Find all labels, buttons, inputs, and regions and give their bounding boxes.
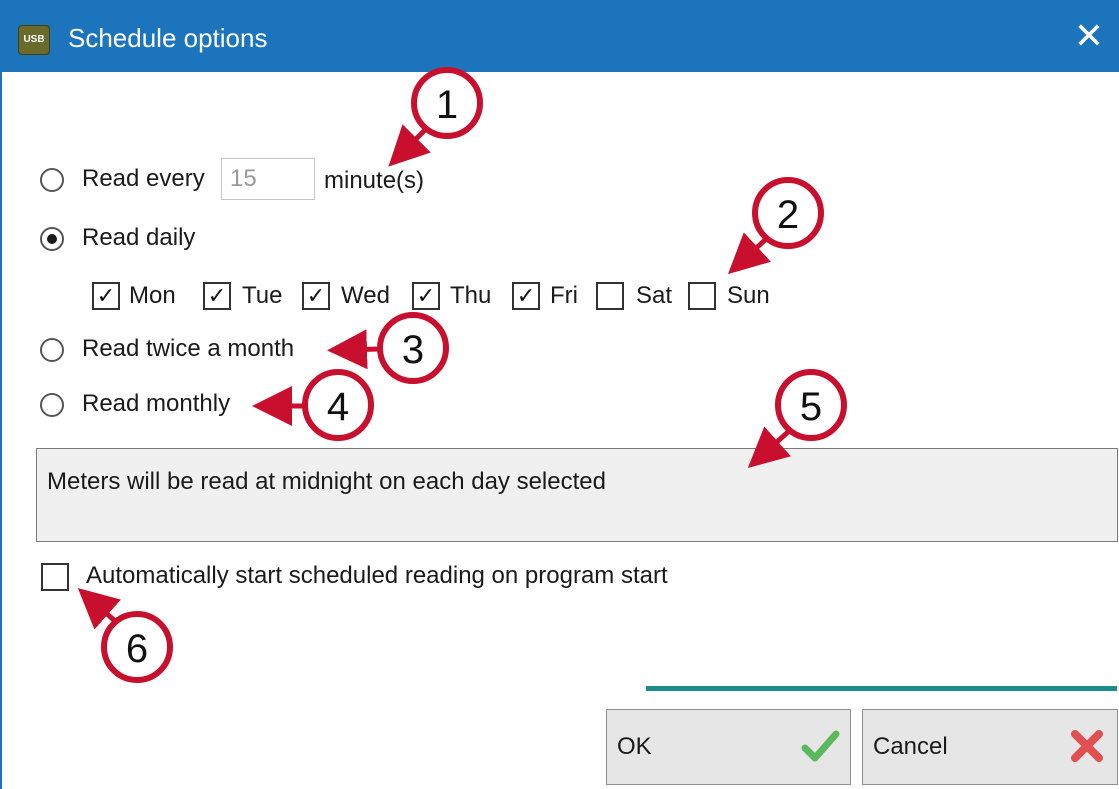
red-x-icon — [1071, 730, 1103, 762]
day-label-mon: Mon — [129, 282, 176, 309]
day-checkbox-tue[interactable]: ✓ — [203, 282, 231, 310]
cancel-button[interactable]: Cancel — [862, 709, 1118, 785]
day-label-sat: Sat — [636, 282, 673, 309]
schedule-description-box: Meters will be read at midnight on each … — [36, 448, 1118, 542]
day-checkbox-sat[interactable] — [596, 282, 624, 310]
ok-button[interactable]: OK — [606, 709, 851, 785]
read-twice-label: Read twice a month — [82, 335, 295, 362]
minutes-input[interactable]: 15 — [221, 158, 315, 200]
progress-indicator-line — [646, 686, 1117, 691]
ok-button-label: OK — [617, 733, 652, 760]
close-button[interactable]: ✕ — [1057, 0, 1119, 72]
auto-start-checkbox[interactable] — [41, 563, 69, 591]
usb-app-icon: USB — [18, 25, 50, 55]
schedule-options-dialog: USB Schedule options ✕ Read every 15 min… — [0, 0, 1119, 789]
read-monthly-label: Read monthly — [82, 390, 231, 417]
title-bar[interactable]: USB Schedule options ✕ — [2, 0, 1119, 72]
day-label-tue: Tue — [242, 282, 283, 309]
day-checkbox-fri[interactable]: ✓ — [512, 282, 540, 310]
day-label-thu: Thu — [450, 282, 492, 309]
read-twice-radio[interactable] — [40, 338, 64, 362]
day-checkbox-mon[interactable]: ✓ — [92, 282, 120, 310]
read-daily-radio[interactable] — [40, 227, 64, 251]
day-checkbox-thu[interactable]: ✓ — [412, 282, 440, 310]
auto-start-label: Automatically start scheduled reading on… — [86, 562, 668, 589]
read-monthly-radio[interactable] — [40, 393, 64, 417]
minutes-unit-label: minute(s) — [324, 167, 425, 194]
read-every-radio[interactable] — [40, 168, 64, 192]
cancel-button-label: Cancel — [873, 733, 948, 760]
day-label-fri: Fri — [550, 282, 578, 309]
green-check-icon — [801, 730, 840, 762]
schedule-description-text: Meters will be read at midnight on each … — [47, 468, 606, 495]
read-daily-label: Read daily — [82, 224, 196, 251]
close-icon: ✕ — [1073, 15, 1105, 56]
day-label-wed: Wed — [341, 282, 390, 309]
day-label-sun: Sun — [727, 282, 770, 309]
day-checkbox-sun[interactable] — [688, 282, 716, 310]
read-every-label: Read every — [82, 165, 205, 192]
day-checkbox-wed[interactable]: ✓ — [302, 282, 330, 310]
dialog-title: Schedule options — [68, 23, 268, 53]
